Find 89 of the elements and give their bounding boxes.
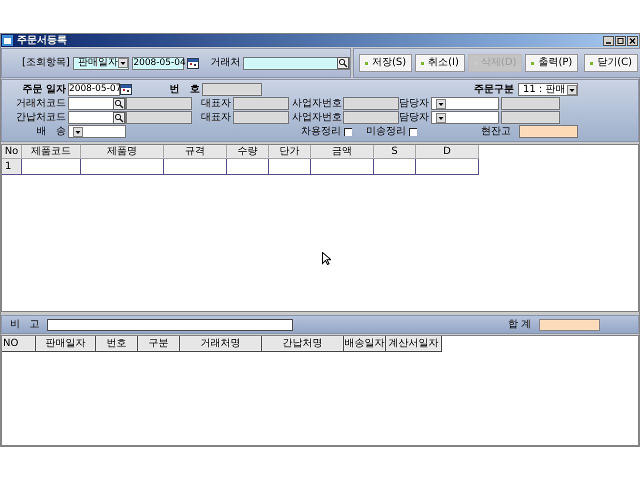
table-cell[interactable] bbox=[374, 159, 416, 175]
column-header: 번호 bbox=[96, 336, 138, 352]
search-icon[interactable] bbox=[113, 112, 125, 124]
business-number-label: 사업자번호 bbox=[291, 112, 343, 122]
window-title: 주문서등록 bbox=[17, 36, 67, 46]
search-icon[interactable] bbox=[337, 57, 349, 69]
column-header: S bbox=[374, 145, 416, 159]
row-number-cell: 1 bbox=[2, 159, 22, 175]
order-type-label: 주문구분 bbox=[474, 84, 515, 94]
caret-icon[interactable] bbox=[73, 126, 83, 136]
delivery-dropdown[interactable] bbox=[68, 125, 126, 138]
column-header: D bbox=[416, 145, 479, 159]
manager-dropdown[interactable] bbox=[431, 97, 499, 110]
column-header: NO bbox=[2, 336, 36, 352]
caret-icon[interactable] bbox=[567, 84, 577, 94]
business-number-field bbox=[343, 111, 399, 124]
manager-label: 담당자 bbox=[399, 112, 430, 122]
toolbar-button[interactable]: 저장(S) bbox=[359, 54, 412, 72]
name-field bbox=[126, 97, 192, 110]
column-header: 제품명 bbox=[81, 145, 164, 159]
stock-field bbox=[519, 125, 578, 138]
manager-name-field bbox=[501, 111, 560, 124]
search-label: [조회항목] bbox=[22, 58, 70, 68]
column-header: 간납처명 bbox=[262, 336, 344, 352]
checkbox-label: 차용정리 bbox=[301, 126, 341, 136]
table-cell[interactable] bbox=[416, 159, 479, 175]
checkbox[interactable] bbox=[409, 128, 417, 136]
remark-field[interactable] bbox=[47, 318, 293, 330]
table-cell[interactable] bbox=[164, 159, 227, 175]
code-label: 거래처코드 bbox=[16, 98, 67, 108]
checkbox[interactable] bbox=[344, 128, 352, 136]
manager-name-field bbox=[501, 97, 560, 110]
column-header: 수량 bbox=[227, 145, 269, 159]
representative-field bbox=[233, 111, 289, 124]
column-header: 거래처명 bbox=[180, 336, 262, 352]
representative-field bbox=[233, 97, 289, 110]
table-cell[interactable] bbox=[269, 159, 311, 175]
total-field bbox=[539, 318, 600, 330]
date-field[interactable]: 2008-05-04 bbox=[132, 56, 184, 70]
column-header: 규격 bbox=[164, 145, 227, 159]
partner-label: 거래처 bbox=[210, 58, 240, 68]
manager-dropdown[interactable] bbox=[431, 111, 499, 124]
table-cell[interactable] bbox=[81, 159, 164, 175]
column-header: 배송일자 bbox=[344, 336, 386, 352]
number-field[interactable] bbox=[202, 83, 262, 96]
name-field bbox=[126, 111, 192, 124]
delivery-label: 배 송 bbox=[35, 126, 67, 136]
toolbar-button[interactable]: 취소(I) bbox=[415, 54, 465, 72]
table-cell[interactable] bbox=[311, 159, 374, 175]
remark-label: 비 고 bbox=[10, 320, 41, 330]
column-header: 구분 bbox=[138, 336, 180, 352]
caret-icon[interactable] bbox=[436, 98, 446, 108]
toolbar-button[interactable]: 출력(P) bbox=[525, 54, 578, 72]
field-dropdown[interactable]: 판매일자 bbox=[72, 56, 130, 70]
column-header: 제품코드 bbox=[22, 145, 81, 159]
calendar-icon[interactable] bbox=[120, 84, 132, 95]
close-button[interactable]: 닫기(C) bbox=[584, 54, 638, 72]
business-number-label: 사업자번호 bbox=[291, 98, 343, 108]
order-date-field[interactable]: 2008-05-07 bbox=[68, 83, 120, 96]
caret-icon[interactable] bbox=[436, 112, 446, 122]
manager-label: 담당자 bbox=[399, 98, 430, 108]
caret-icon[interactable] bbox=[118, 58, 128, 68]
calendar-icon[interactable] bbox=[187, 58, 200, 68]
partner-field[interactable] bbox=[243, 56, 350, 70]
stock-label: 현잔고 bbox=[481, 126, 512, 136]
maximize-icon[interactable] bbox=[615, 36, 626, 46]
app-icon bbox=[2, 35, 13, 46]
code-field[interactable] bbox=[68, 97, 126, 110]
column-header: No bbox=[2, 145, 22, 159]
column-header: 계산서일자 bbox=[386, 336, 442, 352]
code-label: 간납처코드 bbox=[16, 112, 67, 122]
minimize-icon[interactable] bbox=[603, 36, 614, 46]
column-header: 판매일자 bbox=[36, 336, 96, 352]
column-header: 금액 bbox=[311, 145, 374, 159]
representative-label: 대표자 bbox=[200, 112, 232, 122]
representative-label: 대표자 bbox=[200, 98, 232, 108]
code-field[interactable] bbox=[68, 111, 126, 124]
table-cell[interactable] bbox=[227, 159, 269, 175]
table-cell[interactable] bbox=[22, 159, 81, 175]
column-header: 단가 bbox=[269, 145, 311, 159]
number-label: 번 호 bbox=[168, 84, 201, 94]
checkbox-label: 미송정리 bbox=[366, 126, 406, 136]
order-date-label: 주문 일자 bbox=[22, 84, 67, 94]
close-icon[interactable] bbox=[627, 36, 638, 46]
total-label: 합 계 bbox=[508, 320, 532, 330]
search-icon[interactable] bbox=[113, 98, 125, 110]
mouse-cursor-icon bbox=[322, 252, 330, 264]
business-number-field bbox=[343, 97, 399, 110]
order-type-dropdown[interactable]: 11 : 판매 bbox=[518, 83, 578, 96]
